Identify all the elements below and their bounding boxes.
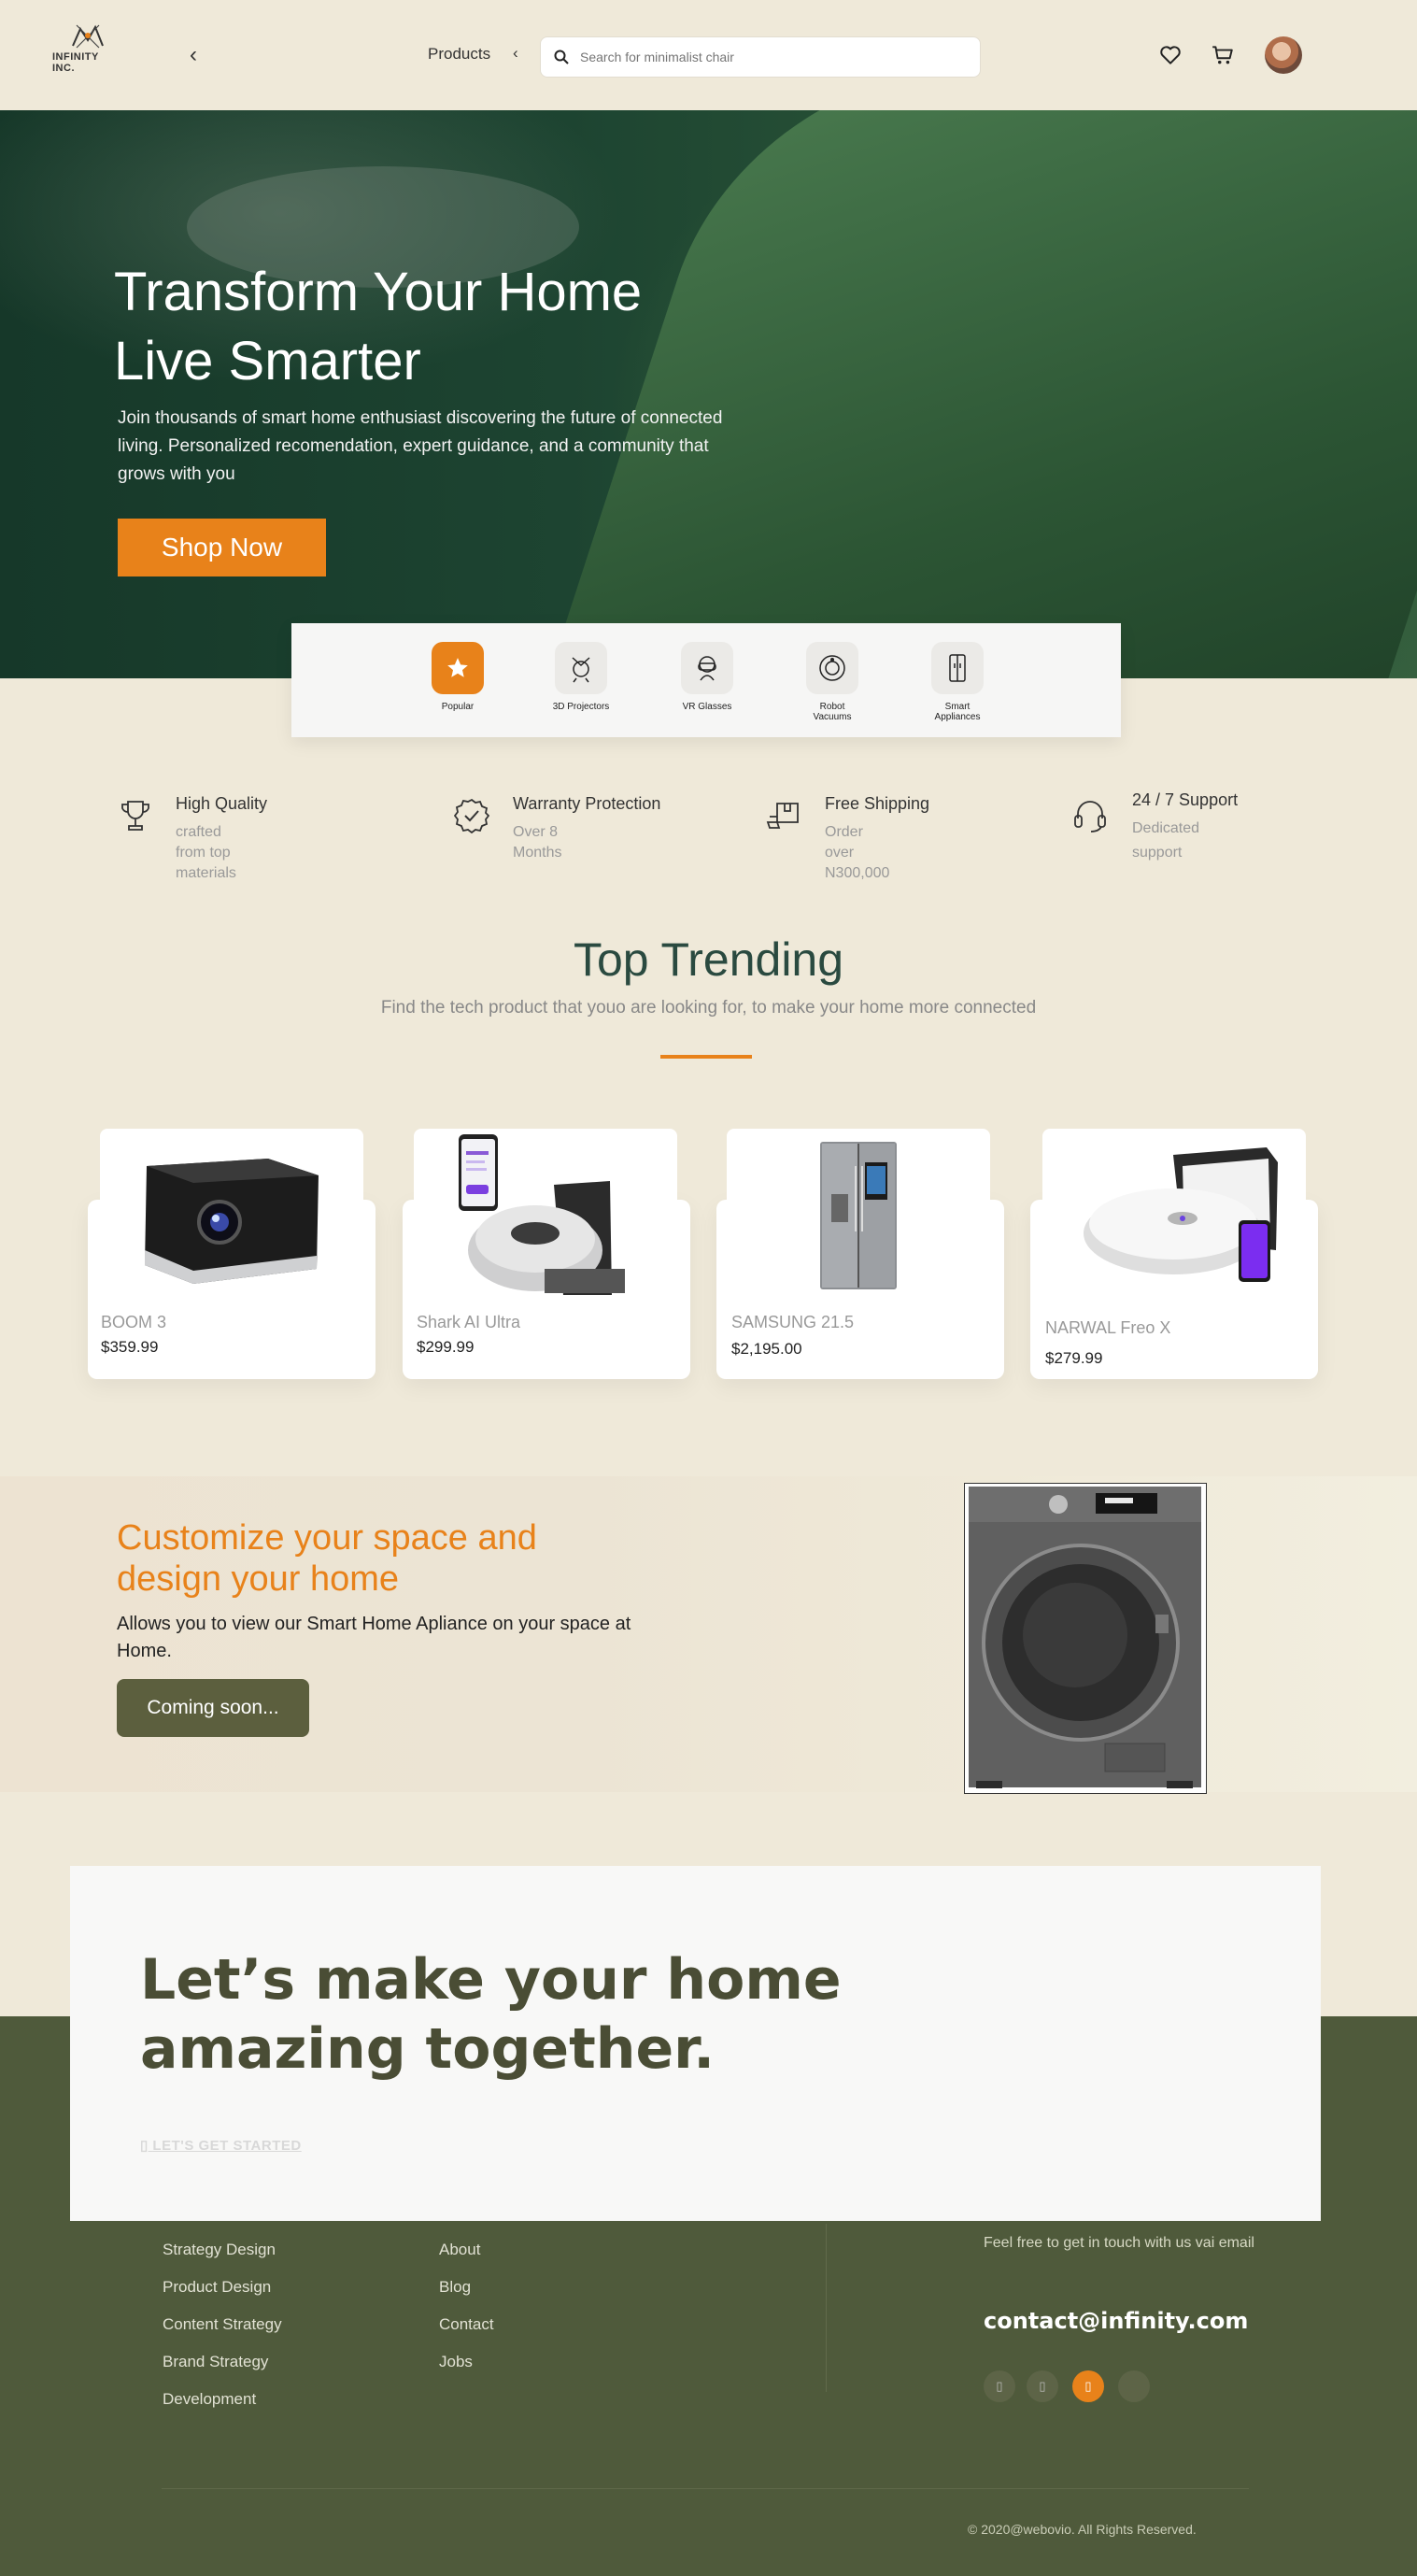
customize-subtitle: Allows you to view our Smart Home Aplian… — [117, 1614, 631, 1661]
category-label: Popular — [441, 702, 475, 712]
feature-title: Free Shipping — [825, 794, 930, 813]
product-price: $2,195.00 — [731, 1340, 802, 1358]
avatar[interactable] — [1265, 36, 1302, 74]
star-icon — [432, 642, 484, 694]
category-smart-appliances[interactable]: Smart Appliances — [925, 642, 990, 722]
feature-title: High Quality — [176, 794, 268, 813]
category-label: Smart Appliances — [934, 702, 981, 722]
product-image-robot-vacuum — [414, 1129, 677, 1301]
cta-title-line: Let’s make your home — [140, 1947, 842, 2013]
hero-title-line: Live Smarter — [114, 331, 421, 391]
cta-title-line: amazing together. — [140, 2016, 715, 2082]
social-icon-active[interactable]: ▯ — [1072, 2370, 1104, 2402]
trophy-icon — [121, 801, 149, 831]
shipping-box-icon — [766, 803, 799, 829]
category-3d-projectors[interactable]: 3D Projectors — [548, 642, 614, 712]
hero-title-line: Transform Your Home — [114, 262, 643, 322]
logo-text: INFINITY INC. — [52, 51, 99, 74]
category-bar: Popular 3D Projectors VR Glasses Robot V… — [291, 623, 1121, 737]
product-name[interactable]: SAMSUNG 21.5 — [731, 1313, 854, 1332]
category-label: 3D Projectors — [552, 702, 610, 712]
copyright: © 2020@webovio. All Rights Reserved. — [968, 2522, 1197, 2537]
product-name[interactable]: NARWAL Freo X — [1045, 1318, 1170, 1338]
footer-contact-text: Feel free to get in touch with us vai em… — [984, 2235, 1254, 2251]
shop-now-button[interactable]: Shop Now — [118, 519, 326, 576]
feature-subtitle: Dedicated support — [1132, 820, 1200, 861]
feature-subtitle: Order over N300,000 — [825, 824, 890, 881]
footer-link[interactable]: Strategy Design — [163, 2241, 276, 2259]
footer-email[interactable]: contact@infinity.com — [984, 2308, 1248, 2334]
nav-products-link[interactable]: Products — [428, 45, 490, 64]
product-image-refrigerator — [727, 1129, 990, 1301]
search-icon — [554, 50, 569, 64]
social-icon[interactable]: ▯ — [984, 2370, 1015, 2402]
get-started-label: LET'S GET STARTED — [152, 2138, 302, 2154]
footer-link[interactable]: Content Strategy — [163, 2315, 282, 2334]
hero-title: Transform Your Home Live Smarter — [114, 258, 768, 396]
coming-soon-button[interactable]: Coming soon... — [117, 1679, 309, 1737]
get-started-link[interactable]: ▯ LET'S GET STARTED — [140, 2137, 302, 2154]
footer-link[interactable]: Product Design — [163, 2278, 271, 2297]
product-image-robot-mop — [1042, 1129, 1306, 1301]
arrow-icon: ▯ — [140, 2138, 153, 2154]
headset-icon — [1074, 801, 1106, 833]
search-input[interactable] — [580, 50, 954, 64]
feature-subtitle: crafted from top materials — [176, 824, 236, 881]
product-price: $299.99 — [417, 1338, 475, 1356]
feature-title: Warranty Protection — [513, 794, 661, 813]
category-vr-glasses[interactable]: VR Glasses — [674, 642, 740, 712]
fridge-icon — [931, 642, 984, 694]
hero-subtitle: Join thousands of smart home enthusiast … — [118, 408, 723, 484]
cta-title: Let’s make your home amazing together. — [140, 1945, 981, 2084]
search-bar[interactable] — [540, 36, 981, 78]
projector-icon — [555, 642, 607, 694]
heart-icon[interactable] — [1158, 43, 1183, 67]
cart-icon[interactable] — [1211, 43, 1235, 67]
trending-title: Top Trending — [573, 933, 844, 986]
trending-underline — [660, 1055, 752, 1059]
category-label: Robot Vacuums — [813, 702, 852, 722]
check-badge-icon — [454, 798, 489, 833]
washing-machine-image — [964, 1483, 1207, 1794]
product-name[interactable]: Shark AI Ultra — [417, 1313, 520, 1332]
vr-glasses-icon — [681, 642, 733, 694]
product-name[interactable]: BOOM 3 — [101, 1313, 166, 1332]
category-robot-vacuums[interactable]: Robot Vacuums — [800, 642, 865, 722]
social-icon[interactable] — [1118, 2370, 1150, 2402]
footer-link[interactable]: Jobs — [439, 2353, 473, 2371]
trending-subtitle: Find the tech product that youo are look… — [380, 998, 1037, 1018]
product-image-projector — [100, 1129, 363, 1301]
footer-link[interactable]: About — [439, 2241, 480, 2259]
robot-vacuum-icon — [806, 642, 858, 694]
category-popular[interactable]: Popular — [425, 642, 490, 712]
footer-link[interactable]: Brand Strategy — [163, 2353, 268, 2371]
back-button[interactable]: ‹ — [183, 42, 204, 67]
footer-rule — [162, 2488, 1249, 2489]
customize-title: Customize your space and design your hom… — [117, 1518, 537, 1599]
header: INFINITY INC. ‹ Products ‹ — [0, 0, 1417, 110]
product-price: $359.99 — [101, 1338, 159, 1356]
footer-link[interactable]: Blog — [439, 2278, 471, 2297]
category-label: VR Glasses — [682, 702, 732, 712]
social-icon[interactable]: ▯ — [1027, 2370, 1058, 2402]
footer-link[interactable]: Contact — [439, 2315, 494, 2334]
feature-title: 24 / 7 Support — [1132, 790, 1239, 809]
product-price: $279.99 — [1045, 1349, 1103, 1367]
logo-mark-icon — [72, 24, 104, 49]
footer-link[interactable]: Development — [163, 2390, 256, 2409]
footer-divider — [826, 2224, 827, 2392]
logo[interactable]: INFINITY INC. — [52, 21, 123, 75]
chevron-left-icon[interactable]: ‹ — [513, 44, 518, 63]
feature-subtitle: Over 8 Months — [513, 824, 562, 861]
